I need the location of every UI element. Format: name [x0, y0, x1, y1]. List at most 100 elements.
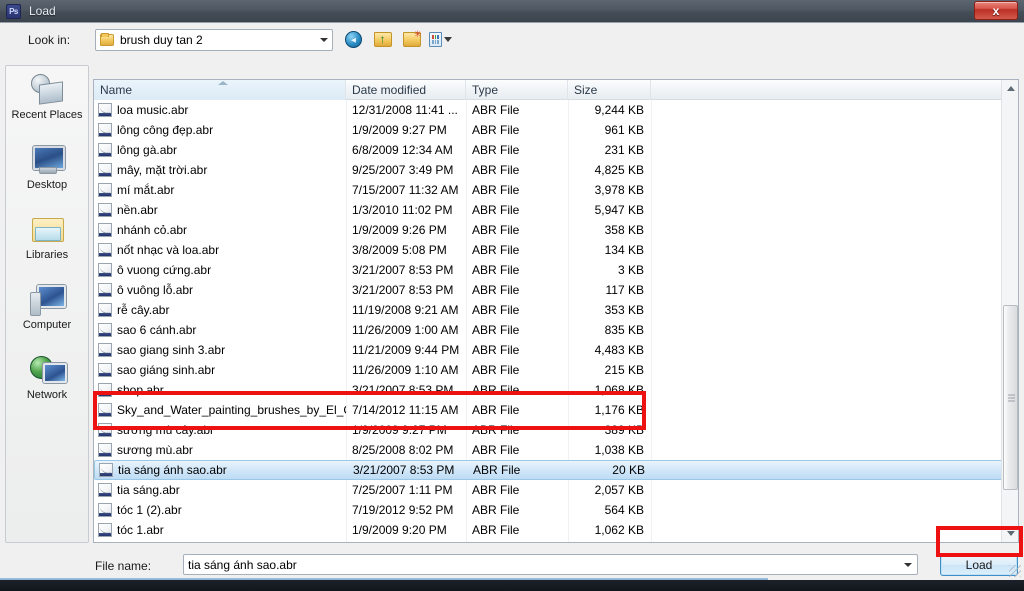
type-cell: ABR File: [472, 483, 520, 497]
chevron-down-icon[interactable]: [904, 562, 912, 567]
scroll-down-button[interactable]: [1002, 525, 1018, 542]
up-one-level-button[interactable]: [371, 28, 394, 51]
date-modified-cell: 3/21/2007 8:53 PM: [353, 463, 455, 477]
abr-file-icon: [98, 403, 112, 417]
type-cell: ABR File: [472, 103, 520, 117]
table-row[interactable]: lông gà.abr 6/8/2009 12:34 AM ABR File 231 …: [94, 140, 1018, 160]
table-row[interactable]: loa music.abr 12/31/2008 11:41 ... ABR Fil…: [94, 100, 1018, 120]
size-cell: 134 KB: [604, 243, 644, 257]
abr-file-icon: [98, 263, 112, 277]
type-cell: ABR File: [472, 143, 520, 157]
date-modified-cell: 1/9/2009 9:27 PM: [352, 423, 447, 437]
date-modified-cell: 12/31/2008 11:41 ...: [352, 103, 458, 117]
new-folder-button[interactable]: [400, 28, 423, 51]
file-name-cell: rễ cây.abr: [94, 303, 346, 317]
table-row[interactable]: lông công đẹp.abr 1/9/2009 9:27 PM ABR Fil…: [94, 120, 1018, 140]
sidebar-item-recent-places[interactable]: Recent Places: [6, 74, 88, 138]
type-cell: ABR File: [472, 243, 520, 257]
abr-file-icon: [98, 343, 112, 357]
load-button[interactable]: Load: [940, 554, 1018, 576]
table-row[interactable]: sao giang sinh 3.abr 11/21/2009 9:44 PM AB…: [94, 340, 1018, 360]
column-header-type[interactable]: Type: [466, 80, 568, 100]
date-modified-cell: 7/15/2007 11:32 AM: [352, 183, 459, 197]
table-row[interactable]: tóc 1 (2).abr 7/19/2012 9:52 PM ABR File 56…: [94, 500, 1018, 520]
table-row[interactable]: mây, mặt trời.abr 9/25/2007 3:49 PM ABR Fi…: [94, 160, 1018, 180]
file-name-cell: nền.abr: [94, 203, 346, 217]
desktop-monitor-icon: [30, 144, 65, 176]
file-name-text: loa music.abr: [117, 103, 189, 117]
file-name-cell: shop.abr: [94, 383, 346, 397]
size-cell: 961 KB: [604, 123, 644, 137]
type-cell: ABR File: [472, 403, 520, 417]
size-cell: 358 KB: [604, 223, 644, 237]
file-name-cell: lông gà.abr: [94, 143, 346, 157]
file-name-cell: ô vuong cứng.abr: [94, 263, 346, 277]
table-row[interactable]: nốt nhạc và loa.abr 3/8/2009 5:08 PM ABR F…: [94, 240, 1018, 260]
size-cell: 2,057 KB: [594, 483, 644, 497]
table-row[interactable]: sao 6 cánh.abr 11/26/2009 1:00 AM ABR File…: [94, 320, 1018, 340]
type-cell: ABR File: [472, 443, 520, 457]
abr-file-icon: [98, 283, 112, 297]
file-name-text: sao giáng sinh.abr: [117, 363, 216, 377]
sidebar-item-libraries[interactable]: Libraries: [6, 214, 88, 278]
new-folder-icon: [402, 29, 421, 47]
table-row[interactable]: sương mù cây.abr 1/9/2009 9:27 PM ABR File…: [94, 420, 1018, 440]
abr-file-icon: [98, 483, 112, 497]
type-cell: ABR File: [472, 303, 520, 317]
table-row[interactable]: ô vuông lỗ.abr 3/21/2007 8:53 PM ABR File 1…: [94, 280, 1018, 300]
file-name-text: mây, mặt trời.abr: [117, 163, 208, 177]
table-row[interactable]: rễ cây.abr 11/19/2008 9:21 AM ABR File 353 …: [94, 300, 1018, 320]
triangle-up-icon: [1006, 86, 1015, 91]
column-header-size[interactable]: Size: [568, 80, 651, 100]
sidebar-item-desktop[interactable]: Desktop: [6, 144, 88, 208]
lookin-value: brush duy tan 2: [120, 33, 203, 47]
views-button[interactable]: [429, 28, 452, 51]
file-name-text: shop.abr: [117, 383, 164, 397]
abr-file-icon: [98, 503, 112, 517]
table-row[interactable]: tia sáng.abr 7/25/2007 1:11 PM ABR File 2,0…: [94, 480, 1018, 500]
table-row[interactable]: tóc 1.abr 1/9/2009 9:20 PM ABR File 1,062 K…: [94, 520, 1018, 540]
type-cell: ABR File: [472, 343, 520, 357]
file-name-text: tia sáng.abr: [117, 483, 180, 497]
date-modified-cell: 7/14/2012 11:15 AM: [352, 403, 459, 417]
resize-grip[interactable]: [1009, 565, 1021, 577]
lookin-dropdown[interactable]: brush duy tan 2: [95, 29, 333, 51]
file-name-cell: mí mắt.abr: [94, 183, 346, 197]
table-row[interactable]: mí mắt.abr 7/15/2007 11:32 AM ABR File 3,97…: [94, 180, 1018, 200]
table-row[interactable]: tóc ngắn.abr7/19/2012 9:52 PMABR File1,0…: [94, 540, 1018, 542]
desktop-strip: [0, 580, 1024, 591]
date-modified-cell: 8/25/2008 8:02 PM: [352, 443, 454, 457]
table-row[interactable]: nhánh cỏ.abr 1/9/2009 9:26 PM ABR File 358 …: [94, 220, 1018, 240]
file-name-input[interactable]: tia sáng ánh sao.abr: [183, 554, 918, 575]
scroll-up-button[interactable]: [1002, 80, 1018, 97]
type-cell: ABR File: [472, 223, 520, 237]
navigation-toolbar: [342, 28, 452, 51]
type-cell: ABR File: [472, 323, 520, 337]
abr-file-icon: [98, 123, 112, 137]
file-name-text: lông gà.abr: [117, 143, 178, 157]
sidebar-item-network[interactable]: Network: [6, 354, 88, 418]
table-row[interactable]: sương mù.abr 8/25/2008 8:02 PM ABR File 1,0…: [94, 440, 1018, 460]
file-name-text: sương mù.abr: [117, 443, 193, 457]
type-cell: ABR File: [472, 183, 520, 197]
vertical-scrollbar[interactable]: [1001, 80, 1018, 542]
type-cell: ABR File: [472, 203, 520, 217]
sidebar-item-computer[interactable]: Computer: [6, 284, 88, 348]
back-button[interactable]: [342, 28, 365, 51]
type-cell: ABR File: [472, 363, 520, 377]
table-row[interactable]: ô vuong cứng.abr 3/21/2007 8:53 PM ABR Fil…: [94, 260, 1018, 280]
date-modified-cell: 9/25/2007 3:49 PM: [352, 163, 454, 177]
table-row-selected[interactable]: tia sáng ánh sao.abr 3/21/2007 8:53 PM ABR…: [94, 460, 1018, 480]
abr-file-icon: [98, 243, 112, 257]
table-row[interactable]: shop.abr 3/21/2007 8:53 PM ABR File 1,068 K…: [94, 380, 1018, 400]
size-cell: 564 KB: [604, 503, 644, 517]
table-row[interactable]: nền.abr 1/3/2010 11:02 PM ABR File 5,947 KB: [94, 200, 1018, 220]
abr-file-icon: [98, 323, 112, 337]
date-modified-cell: 3/21/2007 8:53 PM: [352, 283, 454, 297]
scrollbar-thumb[interactable]: [1003, 305, 1018, 490]
table-row[interactable]: Sky_and_Water_painting_brushes_by_El_Chu…: [94, 400, 1018, 420]
computer-icon: [30, 284, 66, 316]
close-icon[interactable]: x: [974, 1, 1018, 20]
table-row[interactable]: sao giáng sinh.abr 11/26/2009 1:10 AM ABR …: [94, 360, 1018, 380]
column-header-date-modified[interactable]: Date modified: [346, 80, 466, 100]
